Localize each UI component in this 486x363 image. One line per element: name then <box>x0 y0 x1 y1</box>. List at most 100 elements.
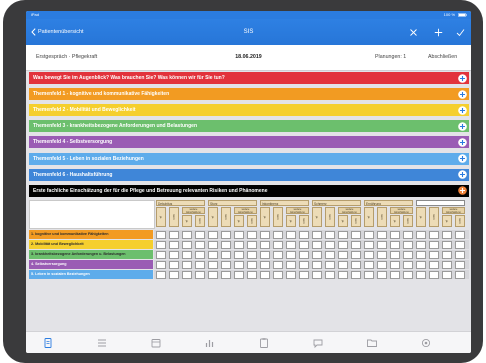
risk-checkbox[interactable] <box>299 270 309 279</box>
risk-checkbox[interactable] <box>260 250 270 259</box>
risk-checkbox[interactable] <box>390 230 400 239</box>
tab-item[interactable] <box>42 337 54 349</box>
risk-checkbox[interactable] <box>286 240 296 249</box>
risk-checkbox[interactable] <box>169 250 179 259</box>
risk-checkbox[interactable] <box>403 240 413 249</box>
risk-checkbox[interactable] <box>364 250 374 259</box>
risk-checkbox[interactable] <box>351 250 361 259</box>
close-icon[interactable] <box>409 28 418 37</box>
risk-checkbox[interactable] <box>416 270 426 279</box>
risk-checkbox[interactable] <box>442 230 452 239</box>
risk-checkbox[interactable] <box>416 250 426 259</box>
tab-item[interactable] <box>258 337 270 349</box>
risk-checkbox[interactable] <box>208 270 218 279</box>
risk-checkbox[interactable] <box>234 230 244 239</box>
risk-checkbox[interactable] <box>377 230 387 239</box>
risk-checkbox[interactable] <box>351 240 361 249</box>
section-row[interactable]: Themenfeld 5 - Leben in sozialen Beziehu… <box>29 152 469 165</box>
risk-checkbox[interactable] <box>442 270 452 279</box>
risk-checkbox[interactable] <box>286 260 296 269</box>
risk-checkbox[interactable] <box>455 270 465 279</box>
risk-checkbox[interactable] <box>364 270 374 279</box>
risk-checkbox[interactable] <box>221 250 231 259</box>
risk-checkbox[interactable] <box>403 250 413 259</box>
risk-checkbox[interactable] <box>338 250 348 259</box>
risk-checkbox[interactable] <box>221 240 231 249</box>
risk-checkbox[interactable] <box>325 250 335 259</box>
risk-checkbox[interactable] <box>247 250 257 259</box>
risk-checkbox[interactable] <box>273 240 283 249</box>
risk-checkbox[interactable] <box>325 260 335 269</box>
risk-checkbox[interactable] <box>182 270 192 279</box>
risk-checkbox[interactable] <box>338 230 348 239</box>
add-section-button[interactable] <box>458 154 467 163</box>
risk-checkbox[interactable] <box>455 250 465 259</box>
risk-checkbox[interactable] <box>195 260 205 269</box>
plus-icon[interactable] <box>434 28 443 37</box>
risk-checkbox[interactable] <box>312 240 322 249</box>
risk-checkbox[interactable] <box>182 240 192 249</box>
risk-checkbox[interactable] <box>325 270 335 279</box>
plans-count[interactable]: Planungen: 1 <box>375 54 406 61</box>
risk-checkbox[interactable] <box>221 260 231 269</box>
risk-checkbox[interactable] <box>429 260 439 269</box>
risk-checkbox[interactable] <box>455 240 465 249</box>
risk-checkbox[interactable] <box>234 270 244 279</box>
risk-checkbox[interactable] <box>208 250 218 259</box>
risk-checkbox[interactable] <box>169 270 179 279</box>
add-section-button[interactable] <box>458 73 467 83</box>
risk-checkbox[interactable] <box>182 260 192 269</box>
risk-checkbox[interactable] <box>260 270 270 279</box>
risk-checkbox[interactable] <box>208 240 218 249</box>
risk-checkbox[interactable] <box>390 250 400 259</box>
risk-checkbox[interactable] <box>286 230 296 239</box>
risk-checkbox[interactable] <box>234 260 244 269</box>
risk-checkbox[interactable] <box>312 250 322 259</box>
add-section-button[interactable] <box>458 89 467 99</box>
risk-checkbox[interactable] <box>182 250 192 259</box>
risk-checkbox[interactable] <box>338 260 348 269</box>
tab-item[interactable] <box>204 337 216 349</box>
risk-checkbox[interactable] <box>312 270 322 279</box>
finish-button[interactable]: Abschließen <box>428 54 457 61</box>
risk-checkbox[interactable] <box>260 230 270 239</box>
other-risk-input[interactable] <box>416 200 465 206</box>
risk-checkbox[interactable] <box>442 240 452 249</box>
risk-checkbox[interactable] <box>156 270 166 279</box>
risk-checkbox[interactable] <box>247 230 257 239</box>
risk-checkbox[interactable] <box>429 250 439 259</box>
risk-checkbox[interactable] <box>221 230 231 239</box>
tab-item[interactable] <box>420 337 432 349</box>
section-row[interactable]: Themenfeld 4 - Selbstversorgung <box>29 136 469 149</box>
risk-checkbox[interactable] <box>234 240 244 249</box>
risk-checkbox[interactable] <box>273 230 283 239</box>
risk-checkbox[interactable] <box>195 250 205 259</box>
risk-checkbox[interactable] <box>325 230 335 239</box>
risk-checkbox[interactable] <box>403 260 413 269</box>
add-section-button[interactable] <box>458 170 467 179</box>
risk-checkbox[interactable] <box>377 240 387 249</box>
risk-checkbox[interactable] <box>325 240 335 249</box>
tab-item[interactable] <box>150 337 162 349</box>
risk-checkbox[interactable] <box>429 270 439 279</box>
risk-checkbox[interactable] <box>351 260 361 269</box>
risk-checkbox[interactable] <box>156 260 166 269</box>
risk-checkbox[interactable] <box>377 250 387 259</box>
tab-item[interactable] <box>366 337 378 349</box>
risk-checkbox[interactable] <box>312 230 322 239</box>
risk-checkbox[interactable] <box>299 260 309 269</box>
risk-checkbox[interactable] <box>364 260 374 269</box>
section-row[interactable]: Was bewegt Sie im Augenblick? Was brauch… <box>29 72 469 84</box>
section-row[interactable]: Themenfeld 1 - kognitive und kommunikati… <box>29 88 469 101</box>
risk-checkbox[interactable] <box>442 260 452 269</box>
risk-section-row[interactable]: Erste fachliche Einschätzung der für die… <box>29 184 469 197</box>
risk-checkbox[interactable] <box>195 270 205 279</box>
risk-checkbox[interactable] <box>416 240 426 249</box>
add-section-button[interactable] <box>458 105 467 115</box>
risk-checkbox[interactable] <box>390 270 400 279</box>
risk-checkbox[interactable] <box>260 240 270 249</box>
risk-checkbox[interactable] <box>208 230 218 239</box>
risk-checkbox[interactable] <box>377 260 387 269</box>
risk-checkbox[interactable] <box>260 260 270 269</box>
risk-checkbox[interactable] <box>351 270 361 279</box>
